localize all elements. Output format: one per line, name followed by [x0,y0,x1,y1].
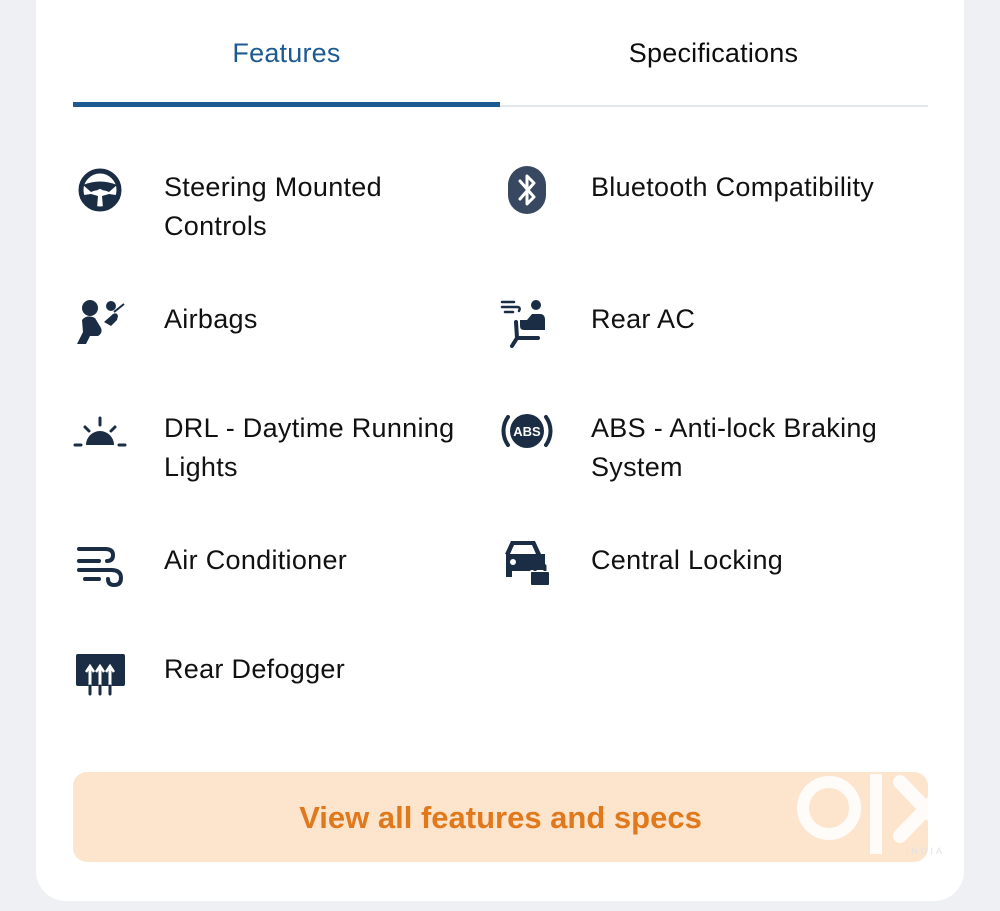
feature-item-bluetooth: Bluetooth Compatibility [500,164,920,244]
feature-item-airbags: Airbags [73,296,473,376]
feature-label: Central Locking [591,545,784,575]
air-flow-icon [73,537,129,593]
feature-label: Steering Mounted Controls [164,172,382,241]
tab-specifications[interactable]: Specifications [500,38,927,69]
abs-icon: ABS [500,405,556,461]
tab-active-indicator [73,102,500,107]
feature-label: ABS - Anti-lock Braking System [591,413,878,482]
airbag-icon [73,296,129,352]
feature-label: Bluetooth Compatibility [591,172,875,202]
steering-wheel-icon [73,164,129,220]
feature-label: Air Conditioner [164,545,348,575]
feature-item-steering-controls: Steering Mounted Controls [73,164,473,244]
feature-label: DRL - Daytime Running Lights [164,413,455,482]
feature-label: Rear Defogger [164,654,345,684]
olx-watermark-text: INDIA [906,846,946,856]
feature-item-air-conditioner: Air Conditioner [73,537,473,617]
feature-item-abs: ABS ABS - Anti-lock Braking System [500,405,920,485]
feature-label: Airbags [164,304,258,334]
tab-bar: Features Specifications [73,0,928,108]
sunrise-icon [73,405,129,461]
tab-features[interactable]: Features [73,38,500,69]
bluetooth-icon [500,164,556,220]
feature-item-drl: DRL - Daytime Running Lights [73,405,473,485]
rear-ac-icon [500,296,556,352]
feature-item-central-locking: Central Locking [500,537,920,617]
abs-icon-text: ABS [513,424,541,439]
rear-defogger-icon [73,646,129,702]
feature-item-rear-ac: Rear AC [500,296,920,376]
feature-item-rear-defogger: Rear Defogger [73,646,473,726]
car-lock-icon [500,537,556,593]
feature-label: Rear AC [591,304,696,334]
